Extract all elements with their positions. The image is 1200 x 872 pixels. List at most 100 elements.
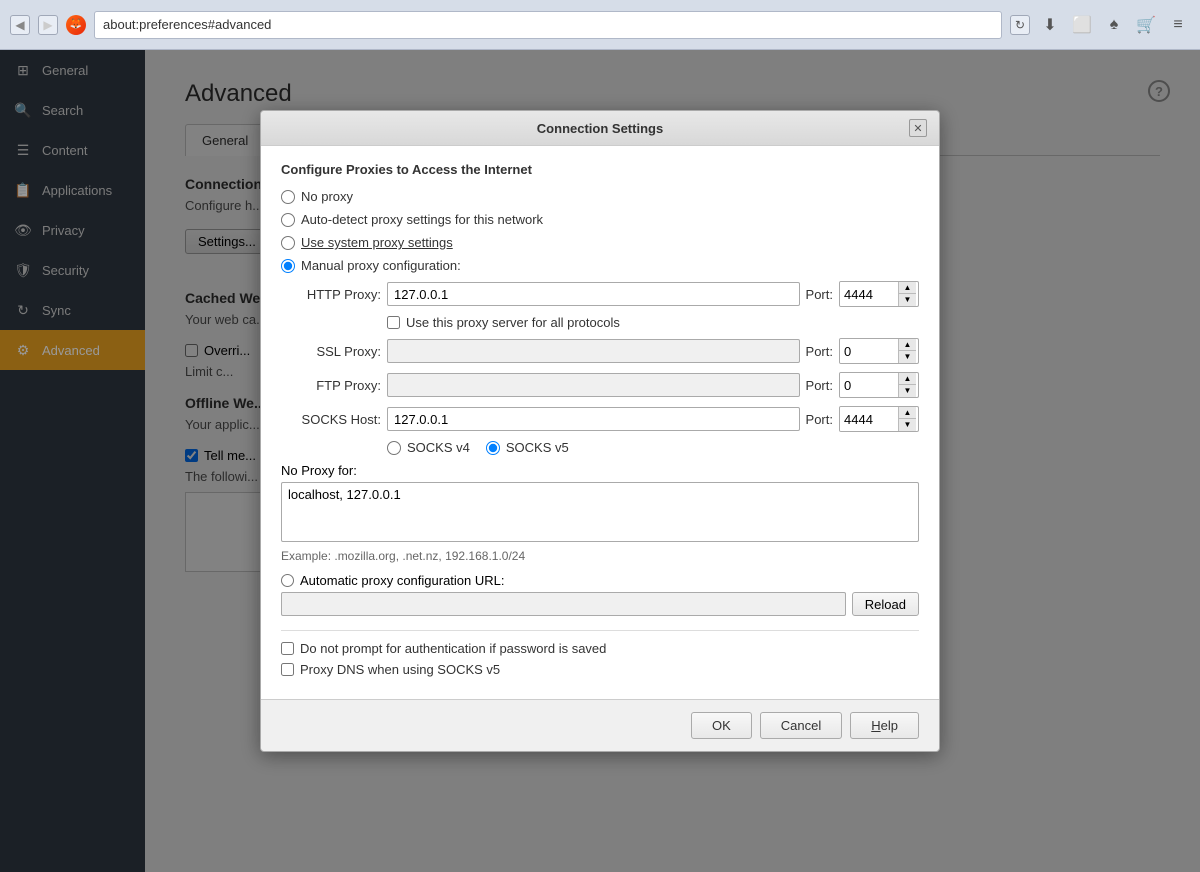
socks-v5-row: SOCKS v5 bbox=[486, 440, 569, 455]
socks-port-wrapper: ▲ ▼ bbox=[839, 406, 919, 432]
modal-overlay: Connection Settings ✕ Configure Proxies … bbox=[0, 50, 1200, 872]
dialog-close-button[interactable]: ✕ bbox=[909, 119, 927, 137]
cancel-button[interactable]: Cancel bbox=[760, 712, 842, 739]
socks-v5-label: SOCKS v5 bbox=[506, 440, 569, 455]
firefox-logo: 🦊 bbox=[66, 15, 86, 35]
ftp-port-down[interactable]: ▼ bbox=[899, 385, 916, 397]
socks-port-label: Port: bbox=[806, 412, 833, 427]
ftp-proxy-label: FTP Proxy: bbox=[281, 378, 381, 393]
dialog-title: Connection Settings bbox=[291, 121, 909, 136]
ftp-port-wrapper: ▲ ▼ bbox=[839, 372, 919, 398]
no-auth-label: Do not prompt for authentication if pass… bbox=[300, 641, 606, 656]
radio-manual-label: Manual proxy configuration: bbox=[301, 258, 461, 273]
no-proxy-textarea[interactable]: localhost, 127.0.0.1 bbox=[281, 482, 919, 542]
radio-auto-detect-label: Auto-detect proxy settings for this netw… bbox=[301, 212, 543, 227]
example-text: Example: .mozilla.org, .net.nz, 192.168.… bbox=[281, 549, 919, 563]
socks-port-spinners: ▲ ▼ bbox=[898, 407, 916, 431]
no-proxy-label-text: No Proxy for: bbox=[281, 463, 357, 478]
proxy-dns-checkbox[interactable] bbox=[281, 663, 294, 676]
proxy-dns-label: Proxy DNS when using SOCKS v5 bbox=[300, 662, 500, 677]
cart-button[interactable]: 🛒 bbox=[1134, 13, 1158, 37]
ftp-port-input[interactable] bbox=[840, 373, 898, 397]
radio-no-proxy[interactable] bbox=[281, 190, 295, 204]
back-button[interactable]: ◀ bbox=[10, 15, 30, 35]
ssl-proxy-row: SSL Proxy: Port: ▲ ▼ bbox=[281, 338, 919, 364]
radio-system-label: Use system proxy settings bbox=[301, 235, 453, 250]
http-port-label: Port: bbox=[806, 287, 833, 302]
radio-auto-detect-row: Auto-detect proxy settings for this netw… bbox=[281, 212, 919, 227]
dialog-footer: OK Cancel Help bbox=[261, 699, 939, 751]
no-auth-checkbox[interactable] bbox=[281, 642, 294, 655]
socks-port-down[interactable]: ▼ bbox=[899, 419, 916, 431]
help-button[interactable]: Help bbox=[850, 712, 919, 739]
http-port-wrapper: ▲ ▼ bbox=[839, 281, 919, 307]
http-proxy-row: HTTP Proxy: Port: ▲ ▼ bbox=[281, 281, 919, 307]
ssl-port-input[interactable] bbox=[840, 339, 898, 363]
radio-manual[interactable] bbox=[281, 259, 295, 273]
radio-auto-detect[interactable] bbox=[281, 213, 295, 227]
download-button[interactable]: ⬇ bbox=[1038, 13, 1062, 37]
http-proxy-input[interactable] bbox=[387, 282, 800, 306]
auto-proxy-input-row: Reload bbox=[281, 592, 919, 616]
ftp-port-label: Port: bbox=[806, 378, 833, 393]
radio-system[interactable] bbox=[281, 236, 295, 250]
url-text: about:preferences#advanced bbox=[103, 17, 271, 32]
ssl-port-spinners: ▲ ▼ bbox=[898, 339, 916, 363]
no-proxy-label: No Proxy for: bbox=[281, 463, 919, 478]
ftp-proxy-row: FTP Proxy: Port: ▲ ▼ bbox=[281, 372, 919, 398]
socks-v4-label: SOCKS v4 bbox=[407, 440, 470, 455]
reload-button[interactable]: ↻ bbox=[1010, 15, 1030, 35]
socks-host-row: SOCKS Host: Port: ▲ ▼ bbox=[281, 406, 919, 432]
auto-proxy-input[interactable] bbox=[281, 592, 846, 616]
all-protocols-checkbox[interactable] bbox=[387, 316, 400, 329]
socks-version-row: SOCKS v4 SOCKS v5 bbox=[387, 440, 919, 455]
pocket-button[interactable]: ♠ bbox=[1102, 13, 1126, 37]
radio-socks-v4[interactable] bbox=[387, 441, 401, 455]
address-bar[interactable]: about:preferences#advanced bbox=[94, 11, 1002, 39]
proxy-dns-row: Proxy DNS when using SOCKS v5 bbox=[281, 662, 919, 677]
all-protocols-check: Use this proxy server for all protocols bbox=[387, 315, 919, 330]
ftp-port-up[interactable]: ▲ bbox=[899, 373, 916, 385]
dialog-title-bar: Connection Settings ✕ bbox=[261, 111, 939, 146]
http-port-spinners: ▲ ▼ bbox=[898, 282, 916, 306]
ssl-proxy-input[interactable] bbox=[387, 339, 800, 363]
socks-host-label: SOCKS Host: bbox=[281, 412, 381, 427]
http-port-input[interactable] bbox=[840, 282, 898, 306]
forward-button[interactable]: ▶ bbox=[38, 15, 58, 35]
no-auth-row: Do not prompt for authentication if pass… bbox=[281, 641, 919, 656]
radio-socks-v5[interactable] bbox=[486, 441, 500, 455]
all-protocols-label: Use this proxy server for all protocols bbox=[406, 315, 620, 330]
dialog-body: Configure Proxies to Access the Internet… bbox=[261, 146, 939, 699]
ssl-port-down[interactable]: ▼ bbox=[899, 351, 916, 363]
menu-button[interactable]: ≡ bbox=[1166, 13, 1190, 37]
ssl-port-wrapper: ▲ ▼ bbox=[839, 338, 919, 364]
auto-proxy-row: Automatic proxy configuration URL: bbox=[281, 573, 919, 588]
socks-port-up[interactable]: ▲ bbox=[899, 407, 916, 419]
ok-button[interactable]: OK bbox=[691, 712, 752, 739]
radio-no-proxy-label: No proxy bbox=[301, 189, 353, 204]
http-port-up[interactable]: ▲ bbox=[899, 282, 916, 294]
ssl-port-up[interactable]: ▲ bbox=[899, 339, 916, 351]
socks-host-input[interactable] bbox=[387, 407, 800, 431]
auto-proxy-label: Automatic proxy configuration URL: bbox=[300, 573, 504, 588]
dialog-heading: Configure Proxies to Access the Internet bbox=[281, 162, 919, 177]
radio-manual-row: Manual proxy configuration: bbox=[281, 258, 919, 273]
browser-chrome: ◀ ▶ 🦊 about:preferences#advanced ↻ ⬇ ⬜ ♠… bbox=[0, 0, 1200, 50]
ssl-port-label: Port: bbox=[806, 344, 833, 359]
ftp-proxy-input[interactable] bbox=[387, 373, 800, 397]
http-proxy-label: HTTP Proxy: bbox=[281, 287, 381, 302]
ssl-proxy-label: SSL Proxy: bbox=[281, 344, 381, 359]
reload-button[interactable]: Reload bbox=[852, 592, 919, 616]
bottom-checkboxes: Do not prompt for authentication if pass… bbox=[281, 630, 919, 677]
connection-settings-dialog: Connection Settings ✕ Configure Proxies … bbox=[260, 110, 940, 752]
socks-v4-row: SOCKS v4 bbox=[387, 440, 470, 455]
socks-port-input[interactable] bbox=[840, 407, 898, 431]
ftp-port-spinners: ▲ ▼ bbox=[898, 373, 916, 397]
radio-system-row: Use system proxy settings bbox=[281, 235, 919, 250]
all-protocols-row: Use this proxy server for all protocols bbox=[387, 315, 919, 330]
http-port-down[interactable]: ▼ bbox=[899, 294, 916, 306]
radio-no-proxy-row: No proxy bbox=[281, 189, 919, 204]
help-btn-text: elp bbox=[881, 718, 898, 733]
window-button[interactable]: ⬜ bbox=[1070, 13, 1094, 37]
radio-auto-proxy-url[interactable] bbox=[281, 574, 294, 587]
